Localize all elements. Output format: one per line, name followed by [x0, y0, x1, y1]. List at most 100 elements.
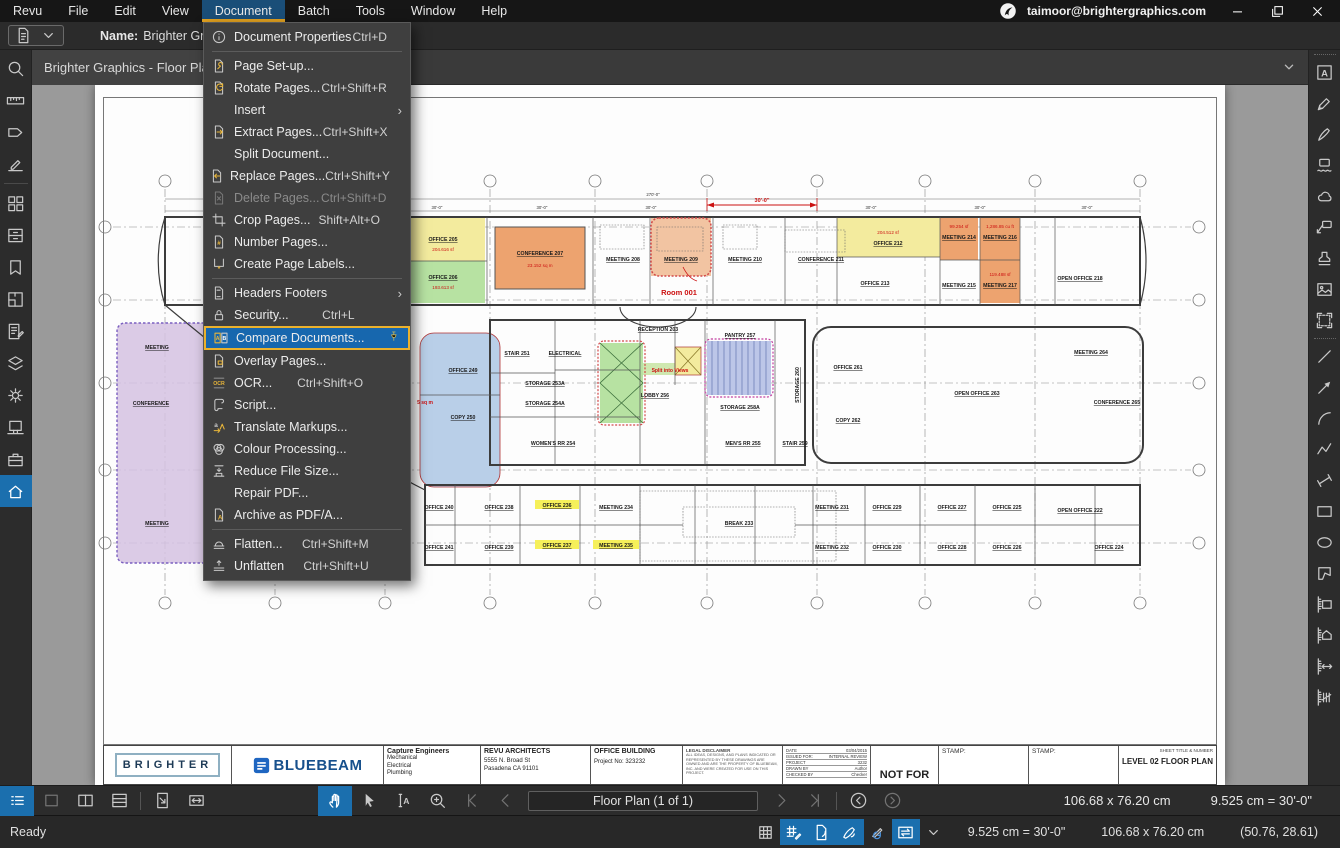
next-page-button[interactable]	[764, 786, 798, 816]
pan-tool[interactable]	[318, 786, 352, 816]
split-horizontal-view[interactable]	[102, 786, 136, 816]
menu-item-document-properties[interactable]: Document Properties Ctrl+D	[204, 26, 410, 48]
grid-toggle[interactable]	[752, 819, 780, 845]
menu-item-number-pages[interactable]: # Number Pages...	[204, 231, 410, 253]
fit-page-button[interactable]	[145, 786, 179, 816]
panel-properties[interactable]	[0, 379, 32, 411]
svg-text:STORAGE 258A: STORAGE 258A	[720, 405, 760, 411]
sync-views-toggle[interactable]	[892, 819, 920, 845]
svg-text:OFFICE 229: OFFICE 229	[872, 505, 901, 511]
document-selector[interactable]	[8, 25, 64, 46]
panel-layers[interactable]	[0, 347, 32, 379]
menu-item-reduce-file-size[interactable]: Reduce File Size...	[204, 460, 410, 482]
panel-markups-list[interactable]	[0, 315, 32, 347]
tool-snapshot[interactable]	[1309, 305, 1340, 336]
menu-item-insert[interactable]: Insert ›	[204, 99, 410, 121]
tool-measure-rectangle[interactable]	[1309, 589, 1340, 620]
menu-item-page-setup[interactable]: Page Set-up...	[204, 55, 410, 77]
panel-spaces[interactable]	[0, 283, 32, 315]
next-view-button[interactable]	[875, 786, 909, 816]
previous-view-button[interactable]	[841, 786, 875, 816]
tool-measure-count[interactable]	[1309, 682, 1340, 713]
tool-polyline[interactable]	[1309, 434, 1340, 465]
panel-measurements[interactable]	[0, 84, 32, 116]
tool-dimension[interactable]	[1309, 465, 1340, 496]
markups-list-toggle[interactable]	[0, 786, 34, 816]
tool-rectangle[interactable]	[1309, 496, 1340, 527]
minimize-button[interactable]	[1222, 0, 1252, 22]
menu-item-colour-processing[interactable]: Colour Processing...	[204, 438, 410, 460]
menu-item-script[interactable]: Script...	[204, 394, 410, 416]
tool-polygon[interactable]	[1309, 558, 1340, 589]
tool-image[interactable]	[1309, 274, 1340, 305]
menu-item-flatten[interactable]: Flatten... Ctrl+Shift+M	[204, 533, 410, 555]
tab-list-chevron[interactable]	[1280, 58, 1298, 76]
menu-item-split-document[interactable]: Split Document...	[204, 143, 410, 165]
menu-item-extract-pages[interactable]: Extract Pages... Ctrl+Shift+X	[204, 121, 410, 143]
menu-item-compare-documents[interactable]: AB Compare Documents...	[204, 326, 410, 350]
tool-pen[interactable]	[1309, 119, 1340, 150]
first-page-button[interactable]	[454, 786, 488, 816]
menu-item-replace-pages[interactable]: Replace Pages... Ctrl+Shift+Y	[204, 165, 410, 187]
panel-thumbnails[interactable]	[0, 187, 32, 219]
svg-text:30'-0": 30'-0"	[755, 198, 770, 204]
menu-item-ocr[interactable]: OCR OCR... Ctrl+Shift+O	[204, 372, 410, 394]
snap-to-grid-toggle[interactable]	[780, 819, 808, 845]
panel-flags[interactable]	[0, 116, 32, 148]
menu-item-archive-pdfa[interactable]: A Archive as PDF/A...	[204, 504, 410, 526]
menubar-file[interactable]: File	[55, 0, 101, 22]
menubar-window[interactable]: Window	[398, 0, 468, 22]
panel-tool-chest[interactable]	[0, 443, 32, 475]
tool-highlight[interactable]	[1309, 88, 1340, 119]
restore-button[interactable]	[1262, 0, 1292, 22]
menubar-view[interactable]: View	[149, 0, 202, 22]
menubar-edit[interactable]: Edit	[101, 0, 149, 22]
split-vertical-view[interactable]	[68, 786, 102, 816]
tool-ellipse[interactable]	[1309, 527, 1340, 558]
tool-eraser[interactable]	[1309, 150, 1340, 181]
menu-item-headers-footers[interactable]: Headers Footers ›	[204, 282, 410, 304]
tool-arrow[interactable]	[1309, 372, 1340, 403]
last-page-button[interactable]	[798, 786, 832, 816]
tool-text-box[interactable]: A	[1309, 57, 1340, 88]
page-navigation-field[interactable]: Floor Plan (1 of 1)	[528, 791, 758, 811]
previous-page-button[interactable]	[488, 786, 522, 816]
close-button[interactable]	[1302, 0, 1332, 22]
tool-arc[interactable]	[1309, 403, 1340, 434]
menubar-revu[interactable]: Revu	[0, 0, 55, 22]
menu-item-repair-pdf[interactable]: Repair PDF...	[204, 482, 410, 504]
zoom-tool[interactable]	[420, 786, 454, 816]
snap-to-markup-toggle[interactable]	[836, 819, 864, 845]
menu-item-unflatten[interactable]: Unflatten Ctrl+Shift+U	[204, 555, 410, 577]
single-pane-view[interactable]	[34, 786, 68, 816]
menu-item-overlay-pages[interactable]: Overlay Pages...	[204, 350, 410, 372]
tool-measure-length[interactable]	[1309, 651, 1340, 682]
panel-studio[interactable]	[0, 475, 32, 507]
menu-item-crop-pages[interactable]: Crop Pages... Shift+Alt+O	[204, 209, 410, 231]
menu-item-create-page-labels[interactable]: * Create Page Labels...	[204, 253, 410, 275]
status-options-chevron[interactable]	[920, 819, 948, 845]
tool-cloud[interactable]	[1309, 181, 1340, 212]
panel-file-access[interactable]	[0, 219, 32, 251]
reuse-markup-toggle[interactable]	[864, 819, 892, 845]
snap-to-content-toggle[interactable]	[808, 819, 836, 845]
panel-studio-projects[interactable]	[0, 411, 32, 443]
menubar-help[interactable]: Help	[468, 0, 520, 22]
tool-line[interactable]	[1309, 341, 1340, 372]
panel-bookmarks[interactable]	[0, 251, 32, 283]
menubar-document[interactable]: Document	[202, 0, 285, 22]
menu-item-delete-pages[interactable]: Delete Pages... Ctrl+Shift+D	[204, 187, 410, 209]
select-tool[interactable]	[352, 786, 386, 816]
menu-item-security[interactable]: Security... Ctrl+L	[204, 304, 410, 326]
tool-measure-area[interactable]	[1309, 620, 1340, 651]
select-text-tool[interactable]: A	[386, 786, 420, 816]
panel-search[interactable]	[0, 52, 32, 84]
menu-item-rotate-pages[interactable]: Rotate Pages... Ctrl+Shift+R	[204, 77, 410, 99]
panel-signatures[interactable]	[0, 148, 32, 180]
menubar-batch[interactable]: Batch	[285, 0, 343, 22]
tool-callout[interactable]	[1309, 212, 1340, 243]
menubar-tools[interactable]: Tools	[343, 0, 398, 22]
menu-item-translate-markups[interactable]: a Translate Markups...	[204, 416, 410, 438]
fit-width-button[interactable]	[179, 786, 213, 816]
tool-stamp[interactable]	[1309, 243, 1340, 274]
